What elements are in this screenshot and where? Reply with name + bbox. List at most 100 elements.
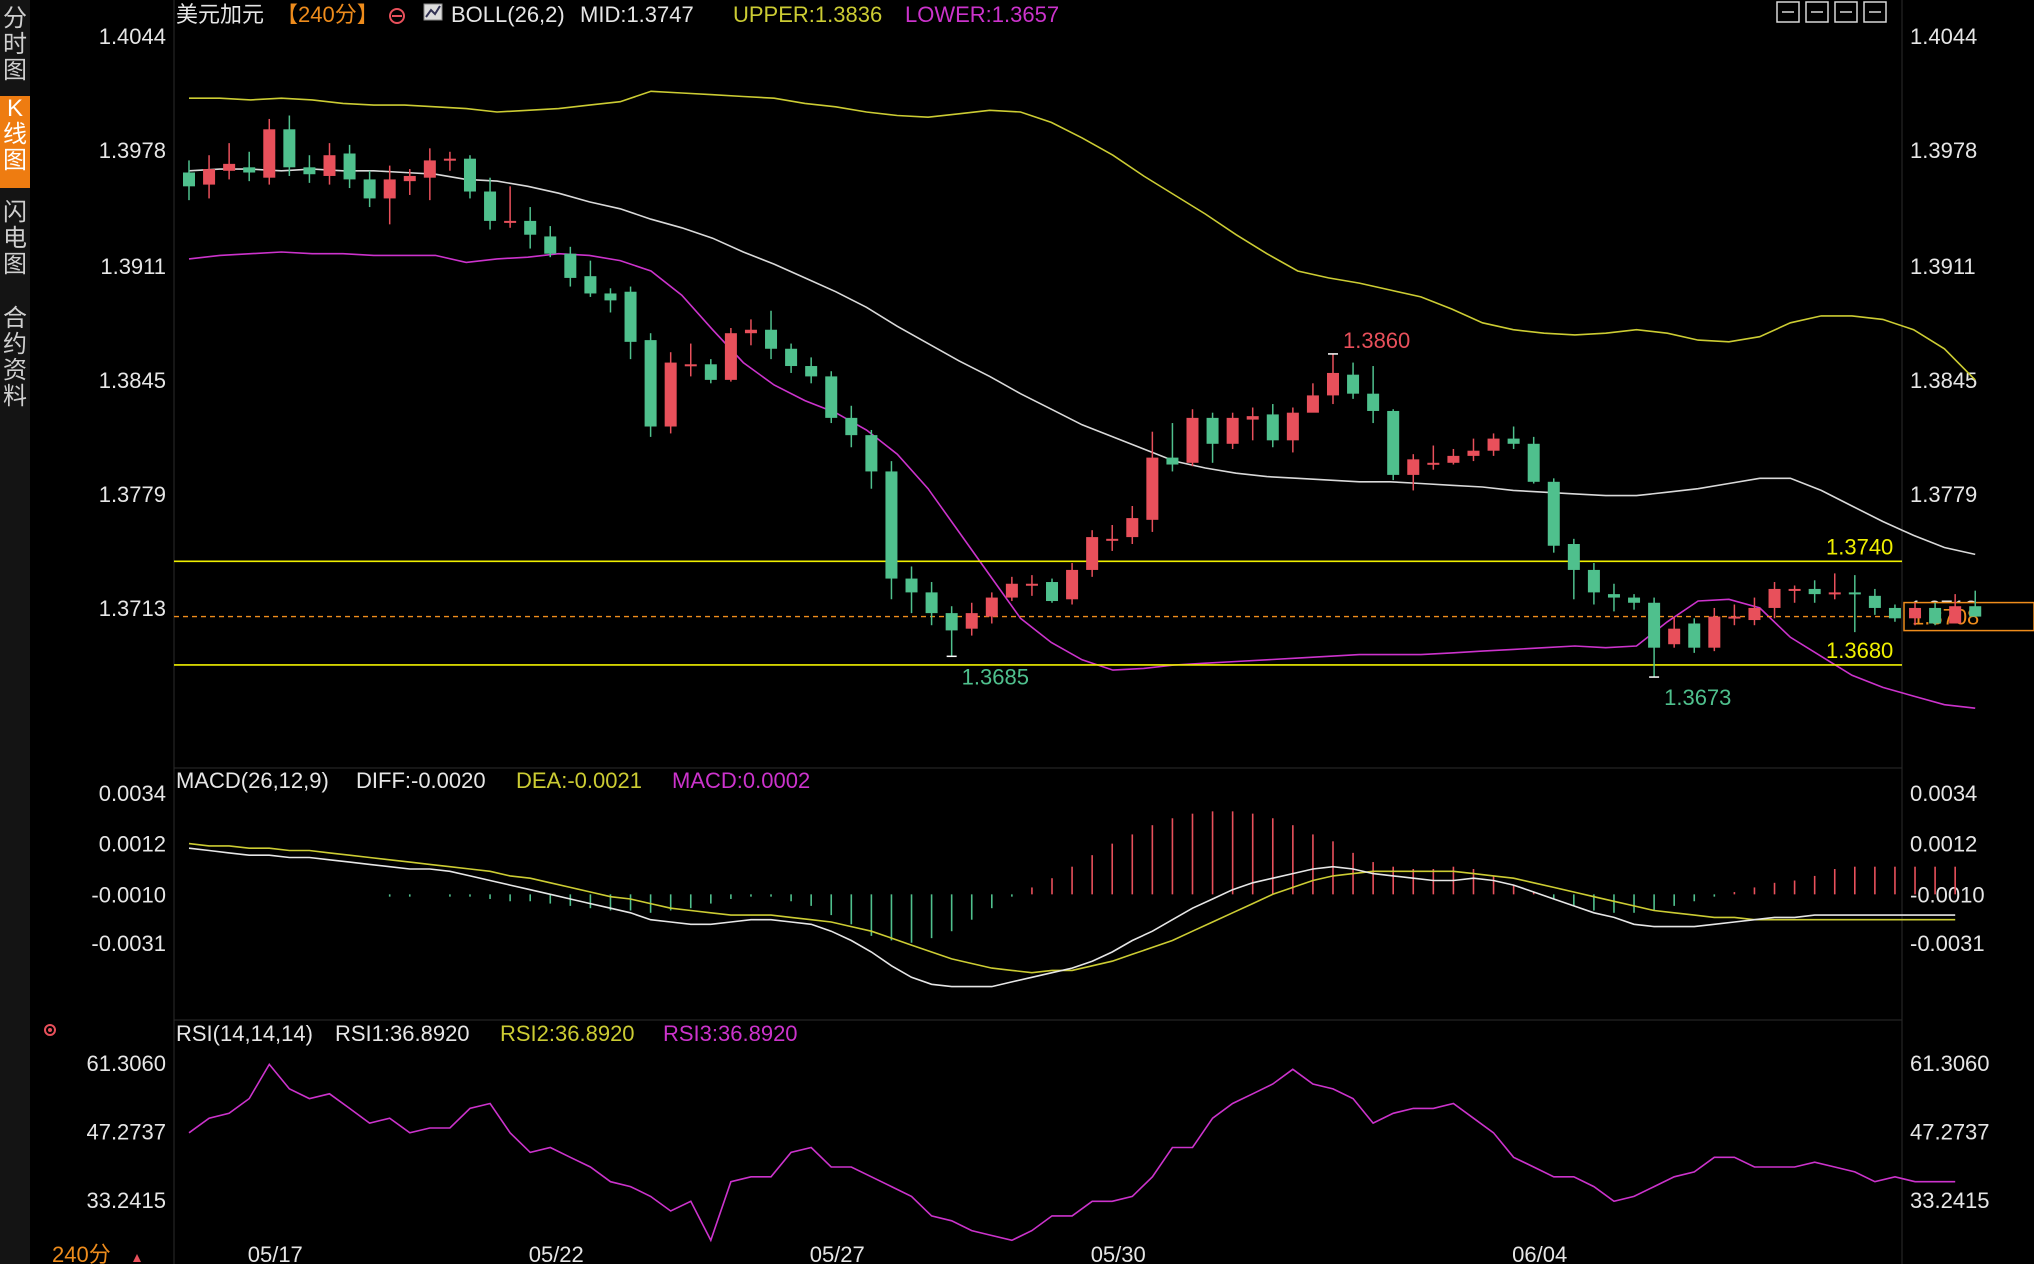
candle-body: [1387, 410, 1400, 475]
candle-body: [1447, 455, 1460, 463]
rsi-legend-rsi2: RSI2:36.8920: [500, 1021, 635, 1046]
candle-body: [704, 364, 717, 380]
candle-body: [1206, 417, 1219, 444]
candle-body: [283, 129, 296, 168]
macd-axis-right-label: -0.0010: [1910, 882, 1985, 907]
candle-body: [1587, 569, 1600, 593]
candle-body: [1286, 412, 1299, 441]
current-price-label: 1.3708: [1912, 605, 1979, 630]
boll-upper-line: [189, 90, 1976, 381]
candle-body: [1728, 616, 1741, 619]
candle-body: [1326, 372, 1339, 396]
candle-body: [1628, 597, 1641, 603]
candle-body: [865, 435, 878, 472]
candle-body: [1969, 606, 1982, 617]
macd-axis-left-label: -0.0031: [91, 931, 166, 956]
price-axis-left-label: 1.4044: [99, 24, 166, 49]
candle-body: [1066, 569, 1079, 600]
rsi-axis-right-label: 33.2415: [1910, 1188, 1990, 1213]
candle-body: [1688, 623, 1701, 648]
legend-indicator: BOLL(26,2): [451, 2, 565, 27]
rsi-axis-left-label: 33.2415: [86, 1188, 166, 1213]
candle-body: [644, 340, 657, 427]
macd-axis-right-label: -0.0031: [1910, 931, 1985, 956]
candle-body: [544, 236, 557, 254]
macd-legend-name: MACD(26,12,9): [176, 768, 329, 793]
legend-lower: LOWER:1.3657: [905, 2, 1059, 27]
candle-body: [323, 155, 336, 176]
candle-body: [945, 613, 958, 631]
date-axis-label: 05/22: [529, 1242, 584, 1264]
rsi-legend-rsi1: RSI1:36.8920: [335, 1021, 470, 1046]
candle-body: [1507, 438, 1520, 444]
macd-axis-left-label: 0.0012: [99, 832, 166, 857]
macd-axis-left-label: 0.0034: [99, 781, 166, 806]
candle-body: [1909, 607, 1922, 619]
candle-body: [1547, 481, 1560, 546]
candle-body: [463, 158, 476, 192]
candle-body: [1868, 595, 1881, 608]
candle-body: [1306, 395, 1319, 413]
candle-body: [845, 417, 858, 436]
candle-body: [1347, 374, 1360, 394]
macd-legend-macd: MACD:0.0002: [672, 768, 810, 793]
date-axis-label: 05/17: [248, 1242, 303, 1264]
date-axis-label: 06/04: [1512, 1242, 1567, 1264]
candle-body: [1407, 459, 1420, 475]
price-axis-right-label: 1.3911: [1910, 254, 1976, 279]
candle-body: [1929, 607, 1942, 624]
candle-body: [1527, 443, 1540, 482]
price-axis-right-label: 1.4044: [1910, 24, 1977, 49]
candle-body: [564, 253, 577, 278]
candle-body: [1005, 583, 1018, 598]
chart-window: { "sidebar": { "tabs": [ {"label": "分\n时…: [0, 0, 2034, 1264]
candle-body: [1186, 417, 1199, 463]
macd-dea-line: [188, 842, 1956, 974]
candle-body: [1467, 450, 1480, 456]
candle-body: [1025, 583, 1038, 586]
candle-body: [1668, 628, 1681, 645]
candle-body: [303, 167, 316, 175]
candle-body: [223, 163, 236, 171]
candle-body: [805, 366, 818, 377]
level-label: 1.3740: [1826, 534, 1893, 559]
price-axis-left-label: 1.3911: [100, 254, 166, 279]
macd-legend-dea: DEA:-0.0021: [516, 768, 642, 793]
candle-body: [443, 158, 456, 161]
price-axis-left-label: 1.3845: [99, 368, 166, 393]
candle-body: [1607, 594, 1620, 598]
candle-body: [203, 169, 216, 185]
level-label: 1.3680: [1826, 638, 1893, 663]
candle-body: [423, 160, 436, 178]
price-axis-left-label: 1.3713: [99, 596, 166, 621]
rsi-axis-right-label: 47.2737: [1910, 1120, 1990, 1145]
date-axis-label: 05/27: [810, 1242, 865, 1264]
candle-body: [965, 613, 978, 629]
candle-body: [1828, 592, 1841, 595]
legend-symbol: 美元加元: [176, 2, 264, 27]
candle-body: [263, 129, 276, 178]
candle-body: [1808, 588, 1821, 595]
candle-body: [905, 578, 918, 593]
legend-mid: MID:1.3747: [580, 2, 694, 27]
macd-axis-right-label: 0.0012: [1910, 832, 1977, 857]
candle-body: [684, 364, 697, 367]
low-annotation: 1.3685: [962, 664, 1029, 689]
legend-period: 【240分】: [276, 2, 379, 27]
candle-body: [1367, 393, 1380, 411]
candle-body: [183, 172, 195, 187]
macd-axis-left-label: -0.0010: [91, 882, 166, 907]
legend-upper: UPPER:1.3836: [733, 2, 882, 27]
macd-axis-right-label: 0.0034: [1910, 781, 1977, 806]
candle-body: [1788, 588, 1801, 591]
candle-body: [1427, 462, 1440, 465]
candle-body: [1126, 518, 1139, 538]
rsi-axis-left-label: 61.3060: [86, 1051, 166, 1076]
candle-body: [885, 471, 898, 579]
price-axis-left-label: 1.3978: [99, 138, 166, 163]
candle-body: [363, 179, 376, 199]
rsi-axis-left-label: 47.2737: [86, 1120, 166, 1145]
candle-body: [484, 191, 497, 221]
candle-body: [664, 362, 677, 427]
candle-body: [403, 175, 416, 182]
